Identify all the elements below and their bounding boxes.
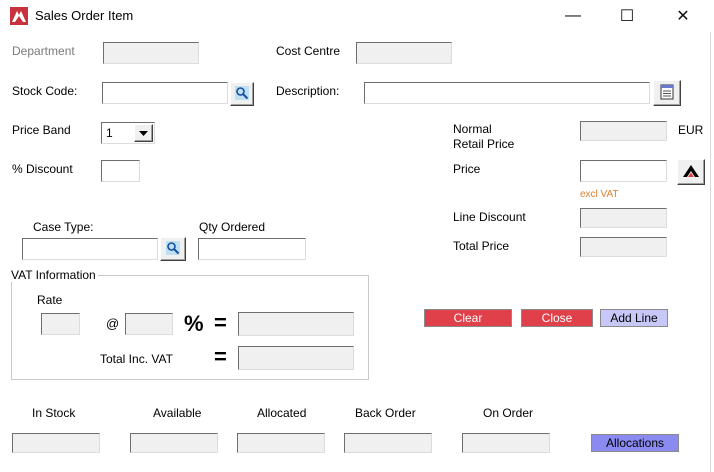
normal-retail-price-label-line1: Normal xyxy=(453,122,492,136)
department-input xyxy=(104,43,198,63)
price-band-dropdown-button[interactable] xyxy=(134,124,153,142)
case-type-lookup-button[interactable] xyxy=(160,237,186,261)
discount-input[interactable] xyxy=(102,161,139,181)
currency-label: EUR xyxy=(678,123,704,137)
stock-code-label: Stock Code: xyxy=(12,84,78,98)
description-label: Description: xyxy=(276,84,340,98)
stock-code-field[interactable] xyxy=(102,82,228,104)
qty-ordered-label: Qty Ordered xyxy=(199,220,266,234)
vat-rate-label: Rate xyxy=(37,293,63,307)
allocated-field xyxy=(237,433,325,453)
magnifier-icon xyxy=(235,85,249,103)
equals-symbol: = xyxy=(214,310,227,335)
equals-symbol-total: = xyxy=(214,344,227,369)
line-discount-input xyxy=(581,209,666,227)
available-label: Available xyxy=(153,406,202,420)
caret-up-icon xyxy=(683,164,699,180)
total-inc-vat-label: Total Inc. VAT xyxy=(100,352,173,366)
department-field xyxy=(103,42,199,64)
stock-code-lookup-button[interactable] xyxy=(230,82,254,106)
on-order-label: On Order xyxy=(483,406,534,420)
vat-amount-field xyxy=(238,312,354,336)
discount-field[interactable] xyxy=(101,160,140,182)
line-discount-label: Line Discount xyxy=(453,210,526,224)
total-inc-vat-field xyxy=(238,346,354,370)
department-label: Department xyxy=(12,44,75,58)
price-band-select[interactable]: 1 xyxy=(101,122,155,144)
normal-retail-price-label-line2: Retail Price xyxy=(453,137,515,151)
percent-symbol: % xyxy=(184,311,204,336)
price-label: Price xyxy=(453,162,481,176)
chevron-down-icon xyxy=(139,126,148,140)
price-input[interactable] xyxy=(581,161,666,181)
available-field xyxy=(130,433,218,453)
close-icon: ✕ xyxy=(676,8,690,25)
in-stock-field xyxy=(12,433,100,453)
magnifier-icon xyxy=(166,240,180,258)
app-logo-icon xyxy=(10,7,28,25)
maximize-button[interactable]: ☐ xyxy=(604,0,650,32)
at-symbol: @ xyxy=(106,316,120,331)
cost-centre-input xyxy=(357,43,451,63)
vat-percent-field xyxy=(125,313,173,335)
discount-label: % Discount xyxy=(12,162,73,176)
case-type-label: Case Type: xyxy=(33,220,94,234)
price-band-value: 1 xyxy=(106,126,113,140)
on-order-field xyxy=(462,433,550,453)
maximize-icon: ☐ xyxy=(619,8,635,25)
in-stock-label: In Stock xyxy=(32,406,76,420)
title-bar: Sales Order Item — ☐ ✕ xyxy=(0,0,714,32)
vat-rate-field xyxy=(41,313,80,335)
add-line-button[interactable]: Add Line xyxy=(600,309,668,327)
price-up-button[interactable] xyxy=(677,159,705,185)
case-type-input[interactable] xyxy=(23,239,157,259)
line-discount-field xyxy=(580,208,667,228)
stock-code-input[interactable] xyxy=(103,83,227,103)
total-price-field xyxy=(580,237,667,257)
price-band-label: Price Band xyxy=(12,123,71,137)
case-type-field[interactable] xyxy=(22,238,158,260)
normal-retail-price-input xyxy=(581,122,666,140)
allocated-label: Allocated xyxy=(257,406,307,420)
right-edge-divider xyxy=(710,32,711,472)
back-order-field xyxy=(344,433,432,453)
close-window-button[interactable]: ✕ xyxy=(660,0,706,32)
qty-ordered-input[interactable] xyxy=(199,239,305,259)
excl-vat-note: excl VAT xyxy=(580,189,619,200)
cost-centre-label: Cost Centre xyxy=(276,44,341,58)
window-title: Sales Order Item xyxy=(35,8,134,23)
cost-centre-field xyxy=(356,42,452,64)
total-price-label: Total Price xyxy=(453,239,510,253)
description-field[interactable] xyxy=(364,82,650,104)
minimize-icon: — xyxy=(565,7,581,24)
allocations-button[interactable]: Allocations xyxy=(591,434,679,452)
normal-retail-price-field xyxy=(580,121,667,141)
minimize-button[interactable]: — xyxy=(550,0,596,32)
notepad-icon xyxy=(659,84,675,103)
close-button[interactable]: Close xyxy=(521,309,593,327)
vat-information-legend: VAT Information xyxy=(11,268,96,282)
qty-ordered-field[interactable] xyxy=(198,238,306,260)
back-order-label: Back Order xyxy=(355,406,416,420)
description-notes-button[interactable] xyxy=(653,80,681,106)
clear-button[interactable]: Clear xyxy=(424,309,512,327)
price-field[interactable] xyxy=(580,160,667,182)
description-input[interactable] xyxy=(365,83,649,103)
total-price-input xyxy=(581,238,666,256)
